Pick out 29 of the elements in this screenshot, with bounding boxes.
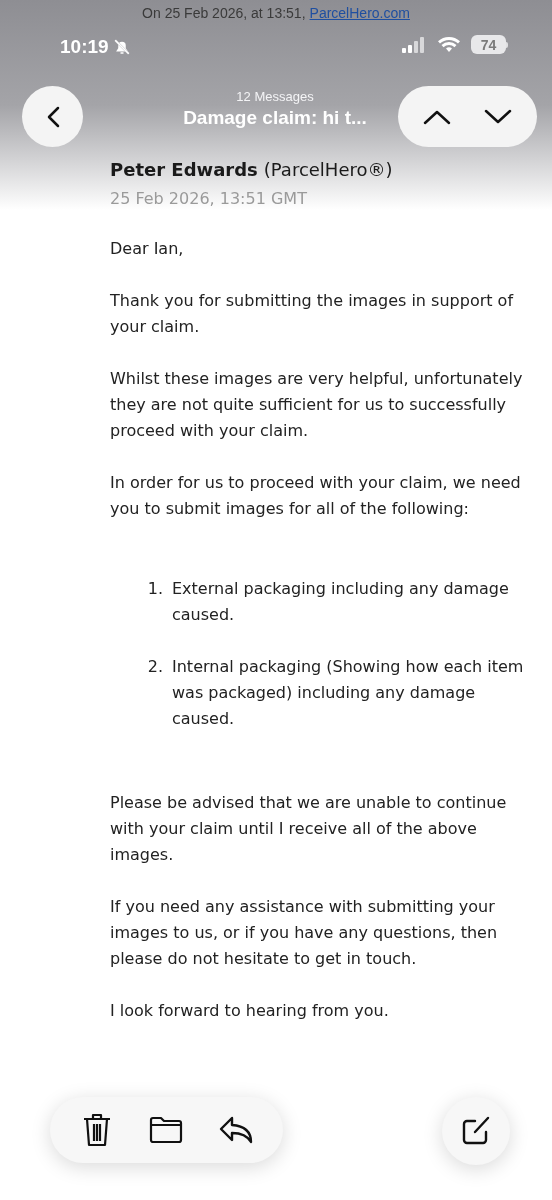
body-paragraph: Whilst these images are very helpful, unfortunately they are not quite sufficient for us to successfully proceed with your claim. xyxy=(110,368,524,442)
body-paragraph: If you need any assistance with submitting your images to us, or if you have any questions, then please do not hesitate to get in touch. xyxy=(110,896,499,970)
sender-organization: (ParcelHero®) xyxy=(263,158,393,182)
quoted-header-text: On 25 Feb 2026, at 13:51, xyxy=(142,4,306,23)
message-count: 12 Messages xyxy=(236,89,314,105)
list-item-text: External packaging including any damage caused. xyxy=(172,578,510,626)
battery-icon: 74 xyxy=(471,35,508,54)
sender-link[interactable]: ParcelHero.com xyxy=(309,3,410,24)
wifi-icon xyxy=(437,36,461,53)
trash-icon xyxy=(81,1113,112,1147)
folder-icon xyxy=(149,1116,184,1144)
message-date: 25 Feb 2026, 13:51 GMT xyxy=(110,188,308,210)
list-number: 2. xyxy=(146,656,164,678)
list-number: 1. xyxy=(146,578,164,600)
signal-icon xyxy=(401,36,427,53)
body-paragraph: I look forward to hearing from you. xyxy=(110,1000,390,1022)
body-paragraph: Thank you for submitting the images in support of your claim. xyxy=(110,290,515,338)
status-time: 10:19 xyxy=(60,35,109,59)
body-paragraph: Please be advised that we are unable to continue with your claim until I receive all of the above images. xyxy=(110,792,508,866)
chevron-down-icon xyxy=(484,108,513,125)
conversation-title: Damage claim: hi t... xyxy=(183,106,367,130)
body-paragraph: Dear Ian, xyxy=(110,238,185,260)
chevron-up-icon xyxy=(422,108,451,125)
list-item-text: Internal packaging (Showing how each item was packaged) including any damage caused. xyxy=(172,656,525,730)
chevron-left-icon xyxy=(45,105,60,128)
sender-name: Peter Edwards xyxy=(110,158,258,182)
compose-icon xyxy=(461,1116,491,1146)
body-paragraph: In order for us to proceed with your claim, we need you to submit images for all of the following: xyxy=(110,472,522,520)
reply-arrow-icon xyxy=(219,1116,254,1144)
